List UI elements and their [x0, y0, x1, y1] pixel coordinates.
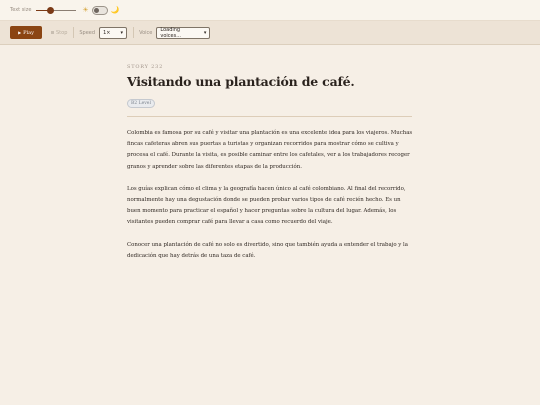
moon-icon: 🌙 — [110, 5, 120, 14]
player-toolbar: ▶ Play Stop Speed 1× ▾ Voice Loading voi… — [0, 21, 540, 45]
play-button-label: Play — [23, 29, 34, 36]
story-paragraph: Los guías explican cómo el clima y la ge… — [127, 185, 406, 226]
title-divider — [127, 116, 412, 117]
level-badge: B2 Level — [127, 99, 155, 108]
story-title: Visitando una plantación de café. — [127, 74, 355, 89]
play-icon: ▶ — [18, 30, 22, 35]
story-content: STORY 232 Visitando una plantación de ca… — [127, 64, 415, 262]
toolbar-divider — [133, 27, 135, 38]
stop-icon — [51, 31, 54, 34]
dark-mode-toggle-knob — [93, 7, 99, 13]
story-paragraph: Colombia es famosa por su café y visitar… — [127, 130, 413, 170]
voice-label: Voice — [139, 29, 153, 36]
story-number: STORY 232 — [127, 64, 164, 70]
story-paragraph: Conocer una plantación de café no solo e… — [127, 241, 408, 259]
speed-select-value: 1× — [103, 29, 111, 36]
speed-label: Speed — [79, 29, 96, 36]
play-button[interactable]: ▶ Play — [10, 26, 42, 39]
voice-select[interactable]: Loading voices... ▾ — [156, 26, 211, 39]
text-size-slider[interactable] — [36, 6, 77, 14]
sun-icon: ☀ — [82, 5, 89, 14]
chevron-down-icon: ▾ — [203, 29, 207, 36]
speed-select[interactable]: 1× ▾ — [99, 26, 128, 39]
stop-button-label: Stop — [56, 29, 68, 36]
voice-select-value: Loading voices... — [160, 26, 181, 39]
toolbar-divider — [73, 27, 75, 38]
dark-mode-toggle[interactable] — [91, 5, 108, 15]
settings-bar: Text size ☀ 🌙 — [0, 0, 540, 21]
text-size-label: Text size — [10, 7, 32, 13]
text-size-slider-thumb[interactable] — [46, 6, 54, 14]
chevron-down-icon: ▾ — [120, 29, 124, 36]
stop-button[interactable]: Stop — [51, 30, 67, 36]
